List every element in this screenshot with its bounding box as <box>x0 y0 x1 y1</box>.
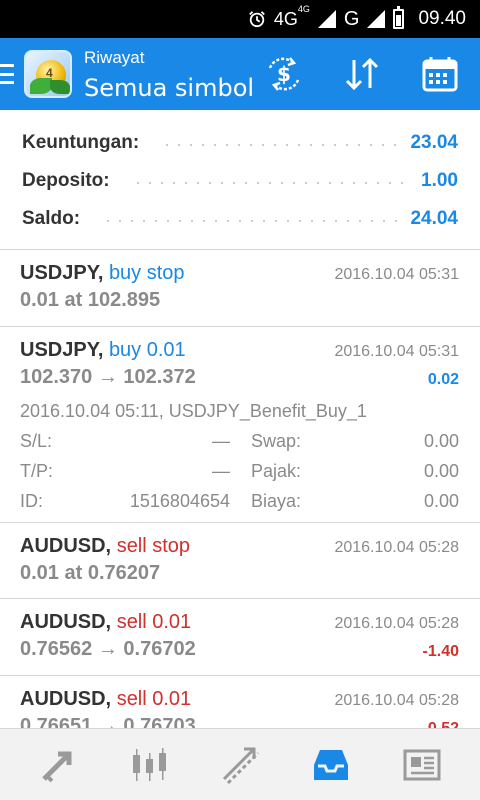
network-type: 4G4G <box>273 3 310 29</box>
order-time: 2016.10.04 05:28 <box>334 615 459 632</box>
detail-label: Swap: <box>251 431 302 451</box>
detail-value: 0.00 <box>423 431 459 451</box>
order-time: 2016.10.04 05:28 <box>334 692 459 709</box>
summary-value: 24.04 <box>410 208 458 229</box>
currency-exchange-icon[interactable]: $ <box>264 56 304 92</box>
news-icon[interactable] <box>400 743 444 787</box>
history-list[interactable]: USDJPY, buy stop 0.01 at 102.895 2016.10… <box>0 250 480 728</box>
order-type: sell stop <box>116 535 191 557</box>
list-item[interactable]: AUDUSD, sell 0.01 0.76651 → 0.76703 2016… <box>0 676 480 728</box>
signal-icon <box>317 10 336 28</box>
quotes-arrows-icon[interactable] <box>36 743 80 787</box>
app-header: 4 Riwayat Semua simbol $ <box>0 38 480 110</box>
order-symbol: USDJPY, buy 0.01 <box>20 339 186 361</box>
summary-label: Deposito: <box>22 170 110 191</box>
detail-label: Biaya: <box>251 491 302 511</box>
list-item[interactable]: AUDUSD, sell 0.01 0.76562 → 0.76702 2016… <box>0 599 480 676</box>
sort-icon[interactable] <box>342 56 382 92</box>
order-symbol: AUDUSD, sell 0.01 <box>20 688 192 710</box>
order-price: 0.76562 → 0.76702 <box>20 638 196 660</box>
order-type: sell 0.01 <box>116 688 192 710</box>
order-type: sell 0.01 <box>116 611 192 633</box>
dot-leader <box>161 144 399 146</box>
detail-label: ID: <box>20 491 44 511</box>
order-symbol: AUDUSD, sell stop <box>20 535 191 557</box>
list-item[interactable]: USDJPY, buy stop 0.01 at 102.895 2016.10… <box>0 250 480 327</box>
menu-icon[interactable] <box>0 64 14 84</box>
detail-row: ID: 1516804654 Biaya: 0.00 <box>20 491 459 515</box>
calendar-icon[interactable] <box>420 56 460 92</box>
order-symbol: AUDUSD, sell 0.01 <box>20 611 192 633</box>
dot-leader <box>102 220 399 222</box>
summary-value: 1.00 <box>421 170 458 191</box>
detail-label: T/P: <box>20 461 54 481</box>
network-type-2: G <box>343 7 360 30</box>
app-logo[interactable]: 4 <box>24 50 72 98</box>
detail-value: — <box>212 461 230 481</box>
trade-icon[interactable] <box>218 743 262 787</box>
list-item[interactable]: AUDUSD, sell stop 0.01 at 0.76207 2016.1… <box>0 523 480 599</box>
alarm-icon <box>249 11 265 28</box>
detail-value: 0.00 <box>423 461 459 481</box>
bottom-navigation <box>0 728 480 800</box>
battery-icon <box>393 6 405 29</box>
detail-row: T/P: — Pajak: 0.00 <box>20 461 459 485</box>
order-profit: 0.02 <box>427 371 459 388</box>
order-price: 0.01 at 0.76207 <box>20 562 161 584</box>
status-bar: 4G4G G 09.40 <box>0 0 480 38</box>
list-item-expanded[interactable]: USDJPY, buy 0.01 102.370 → 102.372 2016.… <box>0 327 480 523</box>
dot-leader <box>131 182 410 184</box>
clock: 09.40 <box>418 8 466 29</box>
order-type: buy 0.01 <box>108 339 186 361</box>
summary-row-profit: Keuntungan: 23.04 <box>22 128 458 158</box>
order-time: 2016.10.04 05:31 <box>334 343 459 360</box>
order-price: 0.01 at 102.895 <box>20 289 161 311</box>
order-comment: 2016.10.04 05:11, USDJPY_Benefit_Buy_1 <box>20 401 367 421</box>
detail-value: 0.00 <box>423 491 459 511</box>
detail-value: — <box>212 431 230 451</box>
summary-row-balance: Saldo: 24.04 <box>22 204 458 234</box>
summary-value: 23.04 <box>410 132 458 153</box>
summary-label: Saldo: <box>22 208 81 229</box>
account-summary: Keuntungan: 23.04 Deposito: 1.00 Saldo: … <box>0 110 480 250</box>
detail-value: 1516804654 <box>129 491 230 511</box>
order-profit: -1.40 <box>422 643 459 660</box>
detail-row: S/L: — Swap: 0.00 <box>20 431 459 455</box>
order-time: 2016.10.04 05:31 <box>334 266 459 283</box>
chart-candles-icon[interactable] <box>128 743 172 787</box>
order-profit: -0.52 <box>423 720 459 728</box>
order-symbol: USDJPY, buy stop <box>20 262 185 284</box>
detail-label: Pajak: <box>251 461 302 481</box>
detail-label: S/L: <box>20 431 53 451</box>
page-title: Riwayat <box>84 48 145 67</box>
order-price: 0.76651 → 0.76703 <box>20 715 196 728</box>
logo-number: 4 <box>46 66 53 80</box>
summary-row-deposit: Deposito: 1.00 <box>22 166 458 196</box>
order-time: 2016.10.04 05:28 <box>334 539 459 556</box>
order-type: buy stop <box>108 262 185 284</box>
order-price: 102.370 → 102.372 <box>20 366 196 388</box>
summary-label: Keuntungan: <box>22 132 140 153</box>
signal-icon-2 <box>367 10 386 28</box>
history-inbox-icon[interactable] <box>309 743 353 787</box>
symbol-filter[interactable]: Semua simbol <box>84 74 254 102</box>
